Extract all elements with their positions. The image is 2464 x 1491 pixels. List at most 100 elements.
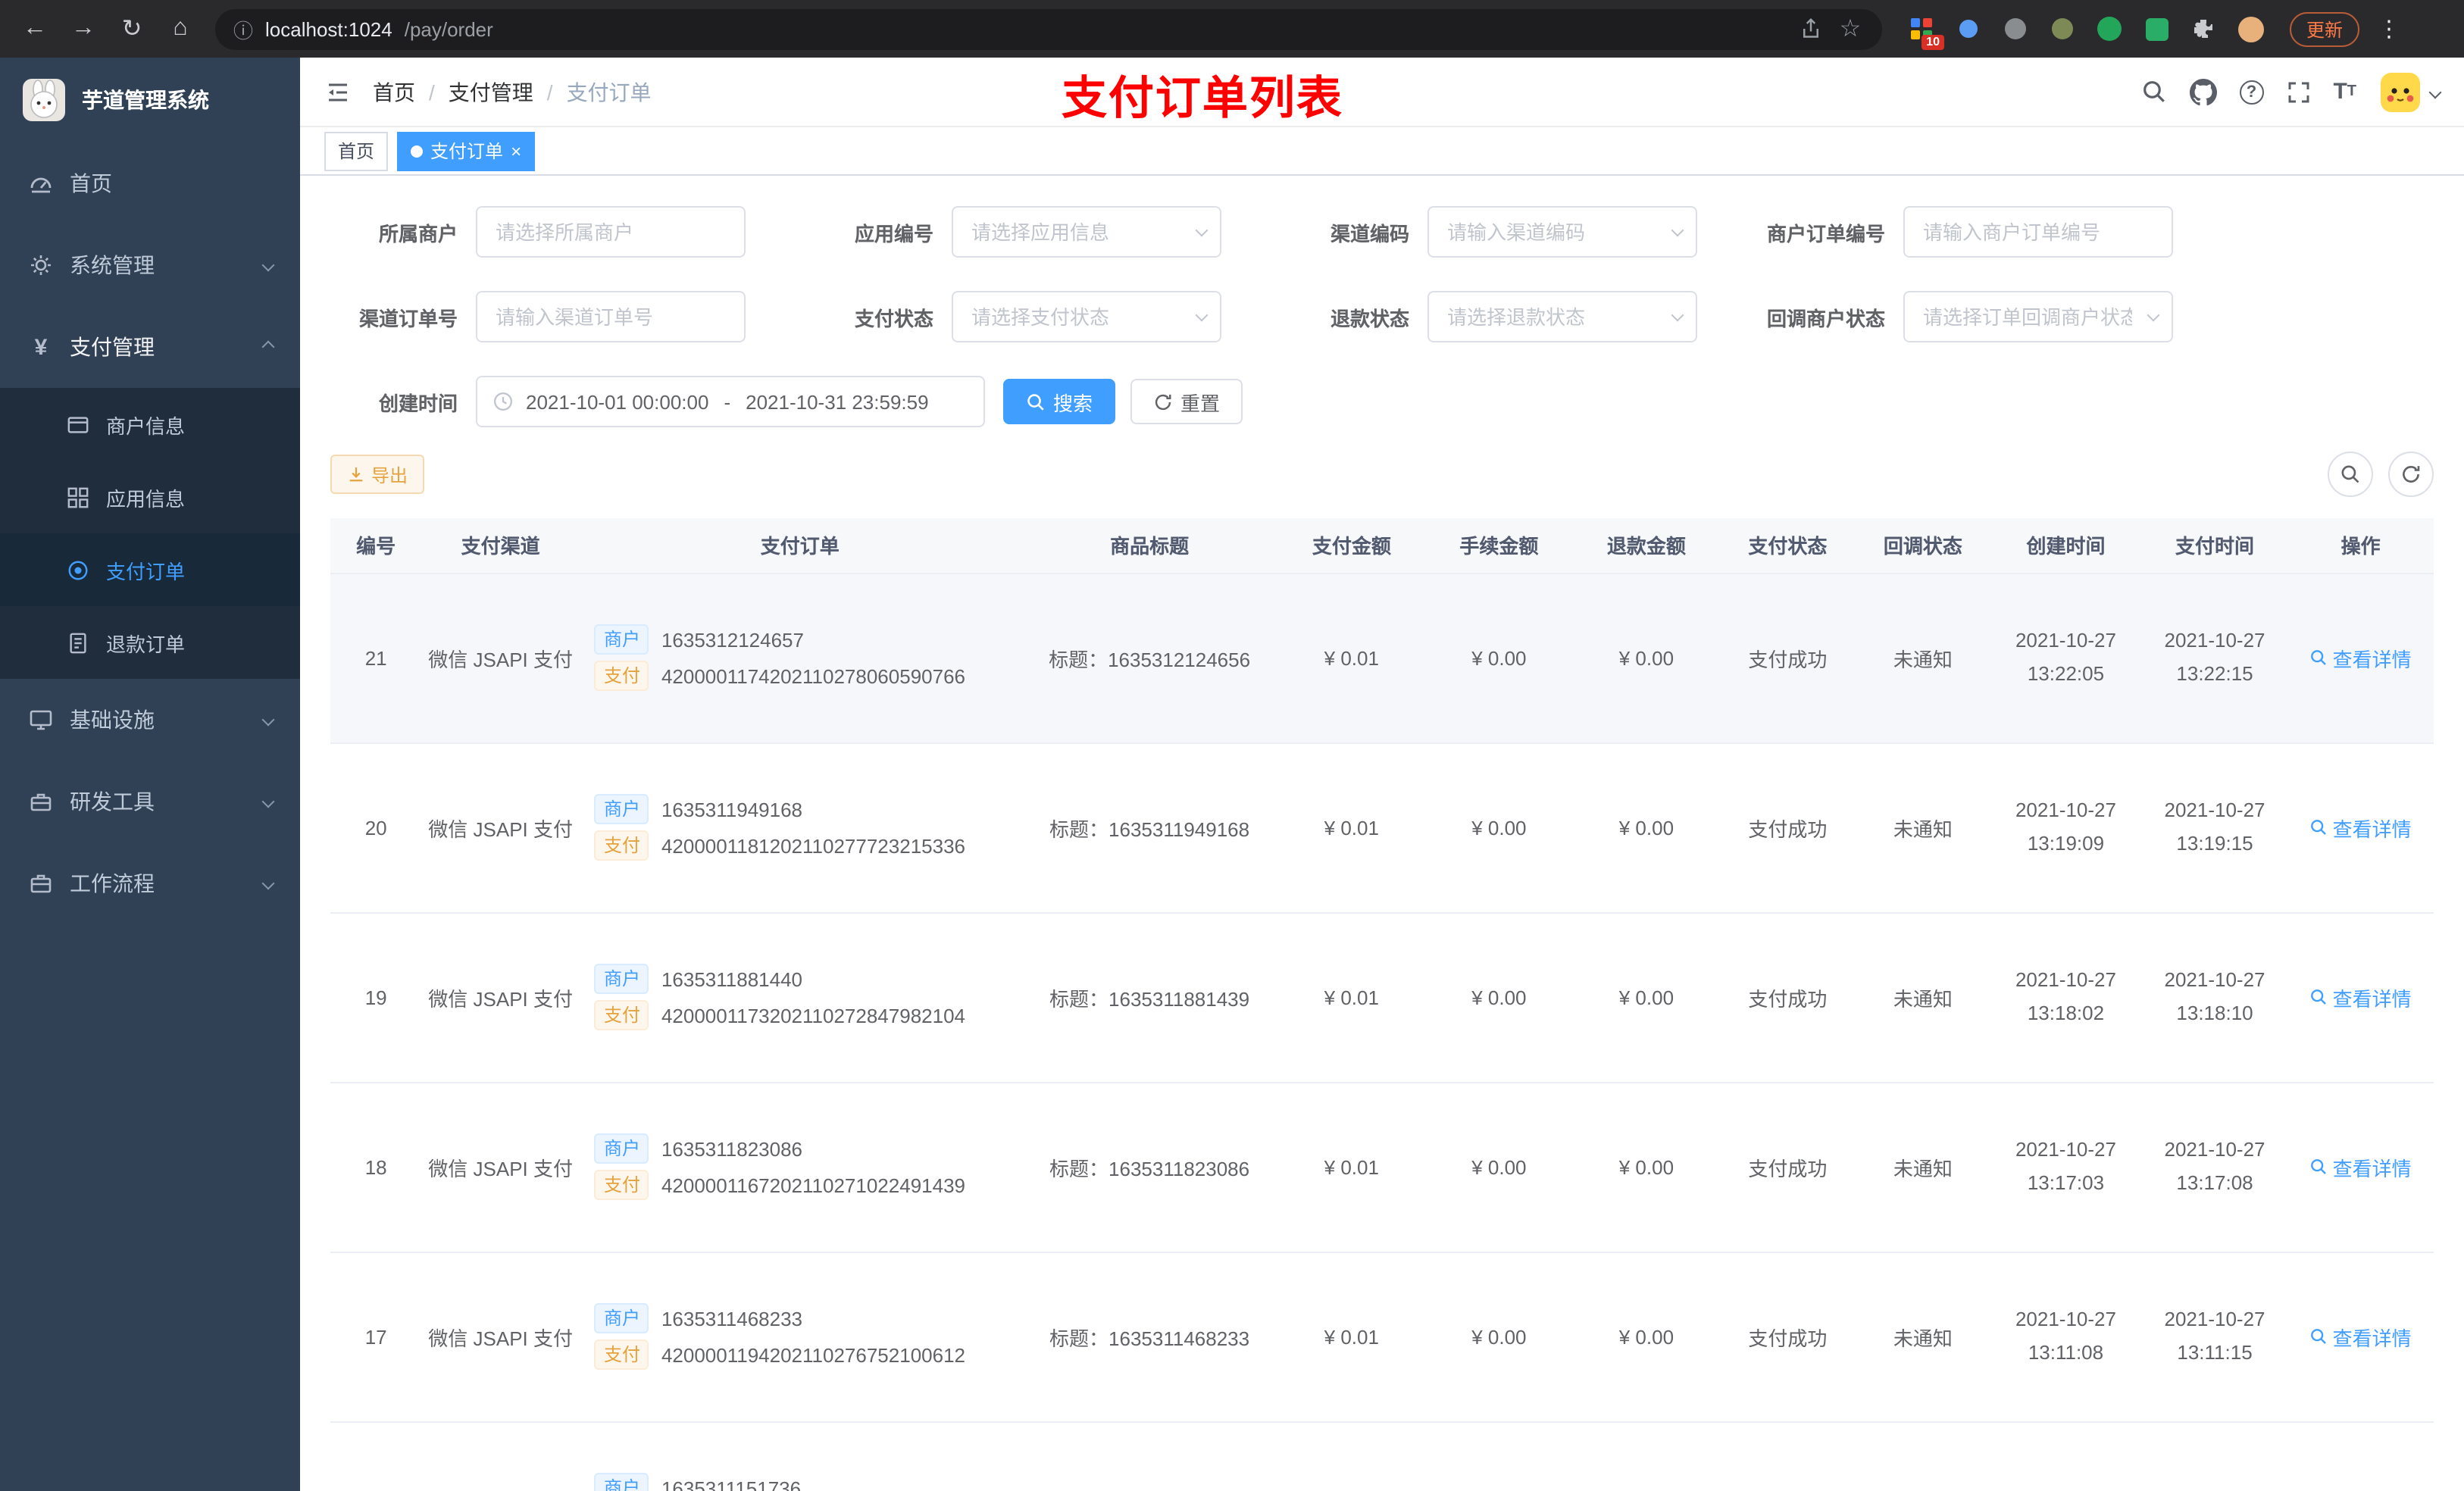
- sidebar-item-refund-order[interactable]: 退款订单: [0, 606, 300, 679]
- sidebar-item-label: 退款订单: [106, 633, 186, 655]
- toggle-search-icon[interactable]: [2328, 452, 2373, 497]
- pay-order-no: 4200001167202110271022491439: [661, 1174, 965, 1196]
- sidebar-item-system[interactable]: 系统管理: [0, 224, 300, 306]
- refund-status-select[interactable]: [1427, 291, 1697, 342]
- fullscreen-icon[interactable]: [2286, 80, 2310, 104]
- forward-icon[interactable]: →: [64, 9, 103, 48]
- sidebar-item-home[interactable]: 首页: [0, 142, 300, 224]
- user-menu[interactable]: [2379, 70, 2442, 113]
- view-detail-link[interactable]: 查看详情: [2310, 983, 2412, 1011]
- reload-icon[interactable]: ↻: [112, 9, 152, 48]
- view-detail-label: 查看详情: [2332, 1327, 2412, 1349]
- sidebar-item-label: 支付管理: [70, 335, 155, 359]
- cell-product-title: [1020, 1421, 1279, 1491]
- sidebar-item-pay-order[interactable]: 支付订单: [0, 533, 300, 606]
- create-time-range-picker[interactable]: 2021-10-01 00:00:00 - 2021-10-31 23:59:5…: [476, 376, 985, 427]
- view-detail-label: 查看详情: [2332, 1157, 2412, 1180]
- sidebar-item-app-info[interactable]: 应用信息: [0, 461, 300, 533]
- app-no-select[interactable]: [952, 206, 1221, 258]
- credit-card-icon: [64, 413, 91, 436]
- filter-row-1: 所属商户 应用编号 渠道编码 商户订单编号: [330, 206, 2434, 258]
- cell-pay-status: 支付成功: [1719, 1252, 1856, 1422]
- site-info-icon[interactable]: ⓘ: [233, 14, 253, 43]
- date-start: 2021-10-01 00:00:00: [526, 390, 709, 413]
- search-icon: [2311, 820, 2327, 835]
- export-button[interactable]: 导出: [330, 455, 425, 494]
- merchant-order-no: 1635311468233: [661, 1307, 803, 1330]
- refresh-table-icon[interactable]: [2388, 452, 2434, 497]
- table-row[interactable]: 19 微信 JSAPI 支付 商户 1635311881440 支付 42000…: [330, 912, 2434, 1083]
- table-row[interactable]: 21 微信 JSAPI 支付 商户 1635312124657 支付 42000…: [330, 573, 2434, 743]
- extension-icon-4[interactable]: [2047, 14, 2078, 44]
- channel-code-select[interactable]: [1427, 206, 1697, 258]
- home-icon[interactable]: ⌂: [161, 9, 200, 48]
- search-icon: [2311, 1329, 2327, 1344]
- close-icon[interactable]: ×: [511, 142, 521, 160]
- bookmark-star-icon[interactable]: ☆: [1837, 15, 1864, 42]
- cell-fee-amount: ¥ 0.00: [1424, 742, 1574, 913]
- sidebar-fold-icon[interactable]: [324, 78, 352, 105]
- table-row[interactable]: 商户 1635311151736: [330, 1421, 2434, 1491]
- search-icon[interactable]: [2140, 79, 2166, 105]
- extension-badge: 10: [1921, 35, 1944, 50]
- search-icon: [2311, 650, 2327, 665]
- user-avatar: [2381, 72, 2420, 111]
- table-row[interactable]: 17 微信 JSAPI 支付 商户 1635311468233 支付 42000…: [330, 1252, 2434, 1422]
- font-size-icon[interactable]: TT: [2333, 79, 2356, 105]
- field-label-app-no: 应用编号: [854, 222, 933, 245]
- back-icon[interactable]: ←: [15, 9, 55, 48]
- topbar: 首页 / 支付管理 / 支付订单 支付订单列表 ? T T: [300, 58, 2464, 127]
- help-icon[interactable]: ?: [2239, 80, 2264, 104]
- view-detail-link[interactable]: 查看详情: [2310, 1322, 2412, 1351]
- merchant-order-no-input[interactable]: [1903, 206, 2173, 258]
- tags-view-bar: 首页 支付订单 ×: [300, 127, 2464, 176]
- tab-pay-order[interactable]: 支付订单 ×: [397, 131, 536, 170]
- url-path: /pay/order: [404, 17, 493, 40]
- cell-pay-channel: 微信 JSAPI 支付: [421, 742, 580, 913]
- extensions-puzzle-icon[interactable]: [2188, 14, 2219, 44]
- extension-icon-6[interactable]: [2141, 14, 2172, 44]
- tab-home[interactable]: 首页: [324, 131, 389, 170]
- col-actions: 操作: [2287, 518, 2434, 574]
- view-detail-label: 查看详情: [2332, 648, 2412, 670]
- notify-status-select[interactable]: [1903, 291, 2173, 342]
- extension-icon-1[interactable]: 10: [1906, 14, 1944, 50]
- extension-icon-2[interactable]: [1953, 14, 1984, 44]
- sidebar-item-workflow[interactable]: 工作流程: [0, 842, 300, 924]
- share-icon[interactable]: [1797, 15, 1825, 42]
- reset-button[interactable]: 重置: [1130, 379, 1243, 424]
- sidebar-item-infra[interactable]: 基础设施: [0, 679, 300, 761]
- browser-update-button[interactable]: 更新: [2290, 11, 2360, 46]
- address-bar[interactable]: ⓘ localhost:1024/pay/order ☆: [215, 8, 1882, 49]
- cell-pay-status: 支付成功: [1719, 912, 1856, 1083]
- breadcrumb-pay[interactable]: 支付管理: [449, 77, 533, 107]
- monitor-icon: [27, 708, 55, 732]
- page-content: 所属商户 应用编号 渠道编码 商户订单编号: [300, 176, 2464, 1491]
- view-detail-link[interactable]: 查看详情: [2310, 643, 2412, 672]
- github-icon[interactable]: [2189, 78, 2217, 105]
- cell-pay-order: 商户 1635311823086 支付 42000011672021102710…: [579, 1082, 1021, 1252]
- tab-label: 首页: [338, 141, 375, 162]
- table-row[interactable]: 18 微信 JSAPI 支付 商户 1635311823086 支付 42000…: [330, 1082, 2434, 1252]
- view-detail-link[interactable]: 查看详情: [2310, 1152, 2412, 1181]
- channel-order-no-input[interactable]: [476, 291, 746, 342]
- merchant-input[interactable]: [476, 206, 746, 258]
- cell-pay-channel: 微信 JSAPI 支付: [421, 1252, 580, 1422]
- breadcrumb-home[interactable]: 首页: [373, 77, 415, 107]
- table-row[interactable]: 20 微信 JSAPI 支付 商户 1635311949168 支付 42000…: [330, 742, 2434, 913]
- pay-status-select[interactable]: [952, 291, 1221, 342]
- profile-avatar-icon[interactable]: [2235, 14, 2265, 44]
- cell-pay-time: 2021-10-27 13:19:15: [2141, 742, 2288, 913]
- search-button[interactable]: 搜索: [1003, 379, 1116, 424]
- browser-menu-icon[interactable]: ⋮: [2369, 15, 2409, 42]
- cell-product-title: 标题：1635311881439: [1020, 912, 1279, 1083]
- sidebar-item-devtools[interactable]: 研发工具: [0, 761, 300, 842]
- view-detail-link[interactable]: 查看详情: [2310, 813, 2412, 842]
- extension-icon-5[interactable]: [2094, 14, 2125, 44]
- merchant-order-no: 1635311881440: [661, 967, 803, 990]
- cell-pay-order: 商户 1635311151736: [579, 1421, 1021, 1491]
- extension-icon-3[interactable]: [2000, 14, 2031, 44]
- sidebar-item-merchant-info[interactable]: 商户信息: [0, 388, 300, 461]
- cell-notify-status: 未通知: [1856, 742, 1990, 913]
- sidebar-item-pay[interactable]: ¥ 支付管理: [0, 306, 300, 388]
